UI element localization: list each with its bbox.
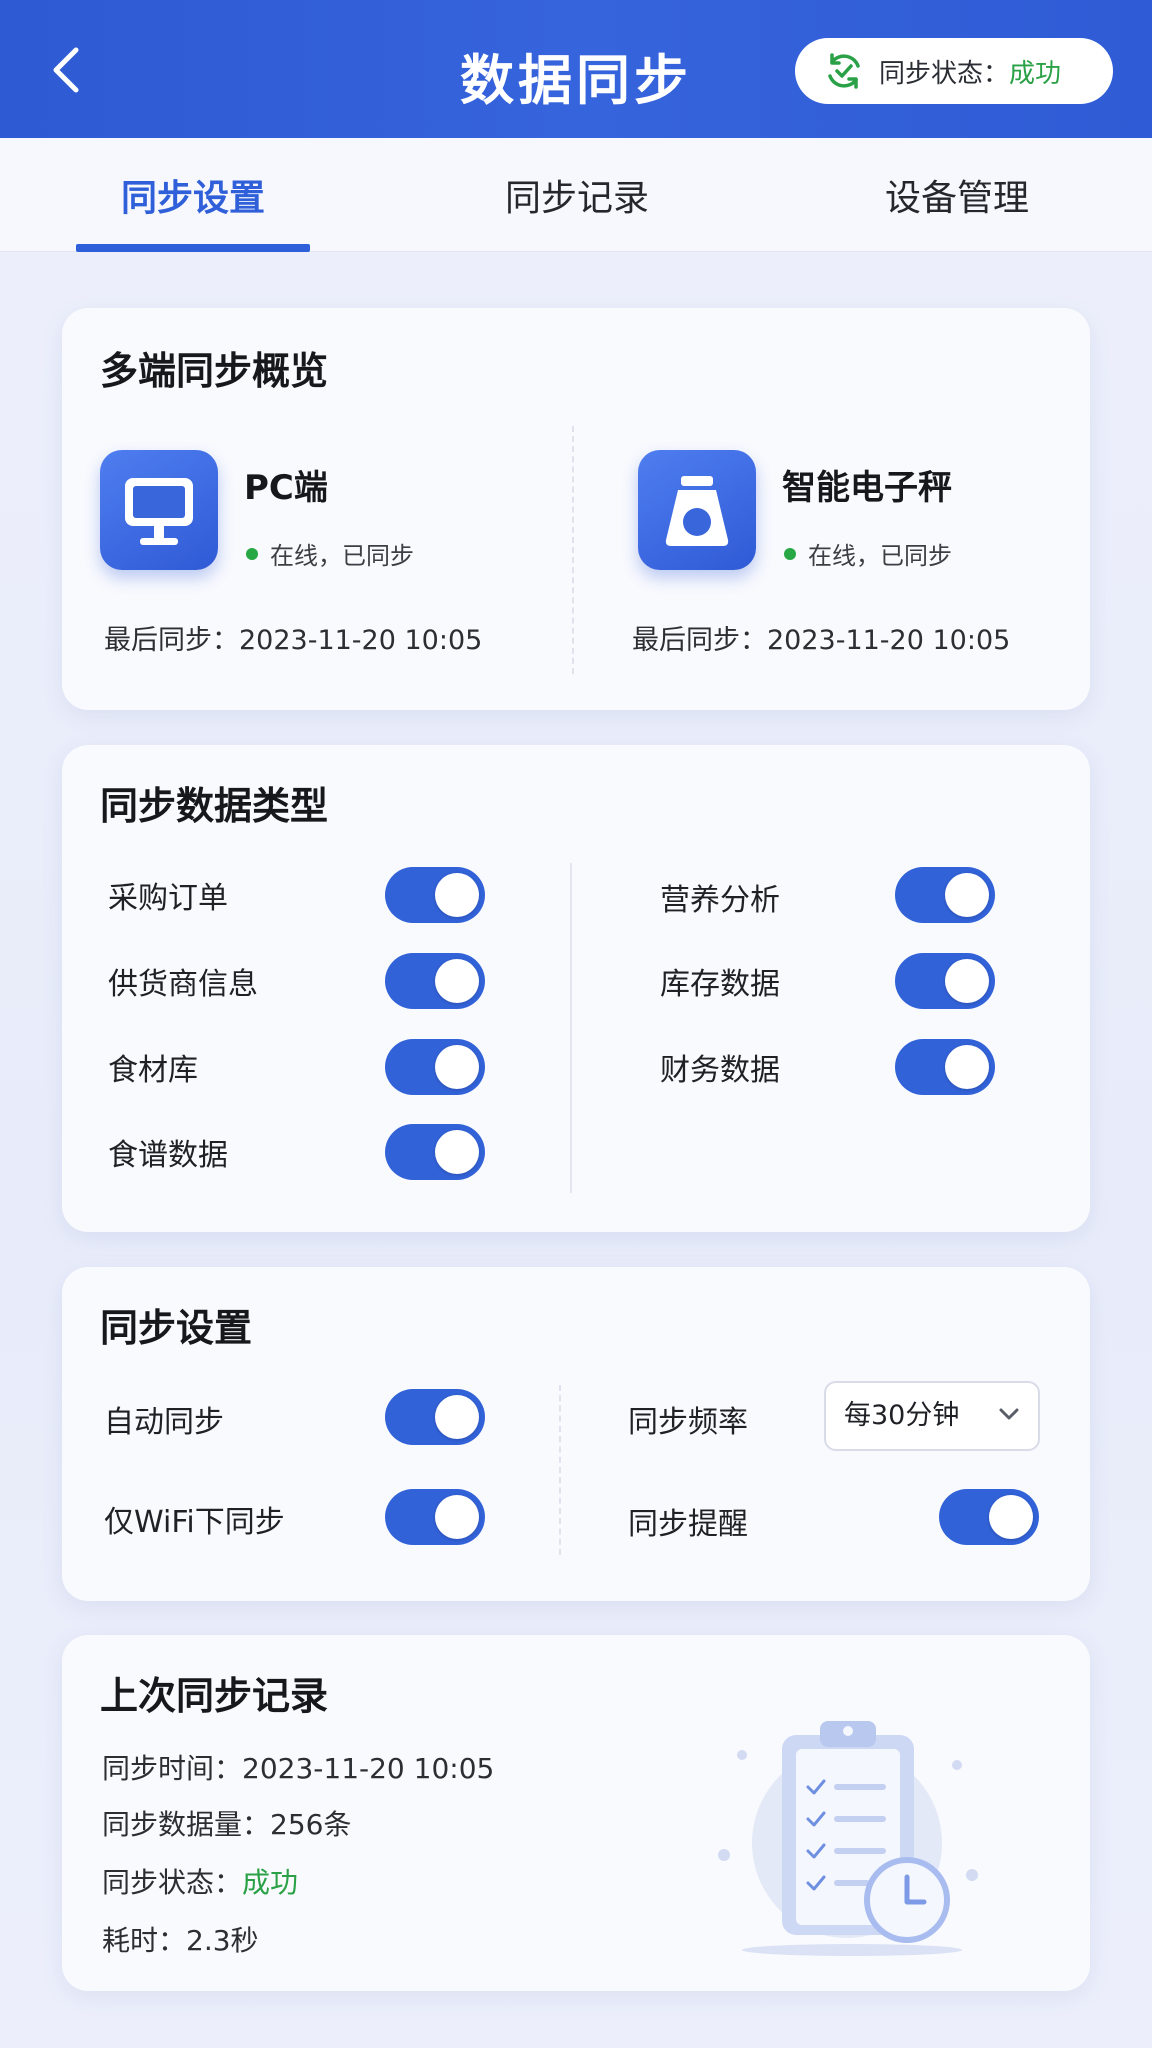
data-type-label: 财务数据	[660, 1053, 780, 1088]
purchase-order-toggle[interactable]	[385, 867, 485, 923]
overview-title: 多端同步概览	[100, 349, 329, 393]
sync-settings-title: 同步设置	[100, 1306, 253, 1350]
toggle-knob	[435, 959, 479, 1003]
auto-sync-label: 自动同步	[104, 1405, 224, 1440]
toggle-knob	[435, 1395, 479, 1439]
frequency-value: 每30分钟	[844, 1400, 960, 1431]
reminder-toggle[interactable]	[939, 1489, 1039, 1545]
scale-device-icon-tile	[638, 450, 756, 570]
data-type-label: 营养分析	[660, 883, 780, 918]
record-status-label: 同步状态：	[102, 1866, 243, 1899]
pc-status-text: 在线，已同步	[270, 542, 414, 570]
last-record-card: 上次同步记录 同步时间：2023-11-20 10:05 同步数据量：256条 …	[62, 1635, 1090, 1991]
monitor-icon	[125, 478, 193, 545]
toggle-knob	[945, 959, 989, 1003]
toggle-knob	[435, 1130, 479, 1174]
frequency-label: 同步频率	[628, 1405, 748, 1440]
toggle-knob	[435, 1495, 479, 1539]
scale-icon	[665, 476, 729, 546]
overview-card: 多端同步概览 PC端 在线，已同步 最后同步：2023-11-20 10:05 …	[62, 308, 1090, 710]
active-tab-indicator	[76, 244, 310, 252]
tab-bar: 同步设置 同步记录 设备管理	[0, 138, 1152, 252]
toggle-knob	[945, 873, 989, 917]
toggle-knob	[945, 1045, 989, 1089]
scale-device-name: 智能电子秤	[782, 468, 952, 508]
last-record-title: 上次同步记录	[100, 1674, 329, 1718]
record-duration-value: 2.3秒	[186, 1924, 259, 1957]
scale-last-sync: 最后同步：2023-11-20 10:05	[632, 618, 1010, 657]
sync-settings-card: 同步设置 自动同步 仅WiFi下同步 同步频率 每30分钟 同步提醒	[62, 1267, 1090, 1601]
record-amount: 同步数据量：256条	[102, 1803, 351, 1843]
recipe-data-toggle[interactable]	[385, 1124, 485, 1180]
pc-last-sync-label: 最后同步：	[104, 625, 239, 656]
finance-data-toggle[interactable]	[895, 1039, 995, 1095]
scale-status-text: 在线，已同步	[808, 542, 952, 570]
data-type-label: 食谱数据	[108, 1138, 228, 1173]
tab-sync-settings[interactable]: 同步设置	[76, 138, 310, 252]
tab-sync-records[interactable]: 同步记录	[460, 138, 694, 252]
toggle-knob	[989, 1495, 1033, 1539]
chevron-down-icon	[999, 1408, 1019, 1420]
record-time-label: 同步时间：	[102, 1752, 243, 1785]
supplier-info-toggle[interactable]	[385, 953, 485, 1009]
wifi-only-label: 仅WiFi下同步	[104, 1505, 285, 1540]
record-time-value: 2023-11-20 10:05	[242, 1752, 495, 1785]
scale-last-sync-label: 最后同步：	[632, 625, 767, 656]
settings-divider	[559, 1385, 561, 1555]
pc-last-sync-time: 2023-11-20 10:05	[239, 625, 483, 656]
tab-device-management[interactable]: 设备管理	[840, 138, 1074, 252]
toggle-knob	[435, 1045, 479, 1089]
record-status: 同步状态：成功	[102, 1861, 298, 1901]
sync-status-label: 同步状态：	[879, 58, 1010, 89]
pc-device-status: 在线，已同步	[246, 536, 414, 571]
sync-check-icon	[828, 53, 860, 89]
data-type-label: 采购订单	[108, 881, 228, 916]
record-amount-value: 256条	[270, 1808, 352, 1841]
toggle-knob	[435, 873, 479, 917]
sync-status-value: 成功	[1009, 58, 1062, 89]
pc-device-icon-tile	[100, 450, 218, 570]
nutrition-analysis-toggle[interactable]	[895, 867, 995, 923]
data-types-card: 同步数据类型 采购订单 供货商信息 食材库 食谱数据 营养分析 库存数据 财务数…	[62, 745, 1090, 1232]
device-divider	[572, 426, 574, 674]
data-type-label: 库存数据	[660, 967, 780, 1002]
sync-status-badge[interactable]: 同步状态： 成功	[795, 38, 1113, 104]
record-time: 同步时间：2023-11-20 10:05	[102, 1747, 494, 1787]
scale-last-sync-time: 2023-11-20 10:05	[767, 625, 1011, 656]
wifi-only-toggle[interactable]	[385, 1489, 485, 1545]
reminder-label: 同步提醒	[628, 1507, 748, 1542]
top-bar: 数据同步 同步状态： 成功	[0, 0, 1152, 138]
record-amount-label: 同步数据量：	[102, 1808, 271, 1841]
online-dot	[246, 547, 258, 560]
data-type-label: 食材库	[108, 1053, 198, 1088]
record-duration: 耗时：2.3秒	[102, 1919, 259, 1959]
auto-sync-toggle[interactable]	[385, 1389, 485, 1445]
record-duration-label: 耗时：	[102, 1924, 187, 1957]
record-status-value: 成功	[242, 1866, 299, 1899]
pc-device-name: PC端	[244, 468, 328, 508]
ingredient-library-toggle[interactable]	[385, 1039, 485, 1095]
data-type-label: 供货商信息	[108, 967, 258, 1002]
inventory-data-toggle[interactable]	[895, 953, 995, 1009]
data-types-title: 同步数据类型	[100, 784, 329, 828]
column-divider	[570, 863, 572, 1193]
pc-last-sync: 最后同步：2023-11-20 10:05	[104, 618, 482, 657]
frequency-select[interactable]: 每30分钟	[824, 1381, 1040, 1451]
scale-device-status: 在线，已同步	[784, 536, 952, 571]
clipboard-clock-illustration	[718, 1721, 978, 1956]
online-dot	[784, 547, 796, 560]
